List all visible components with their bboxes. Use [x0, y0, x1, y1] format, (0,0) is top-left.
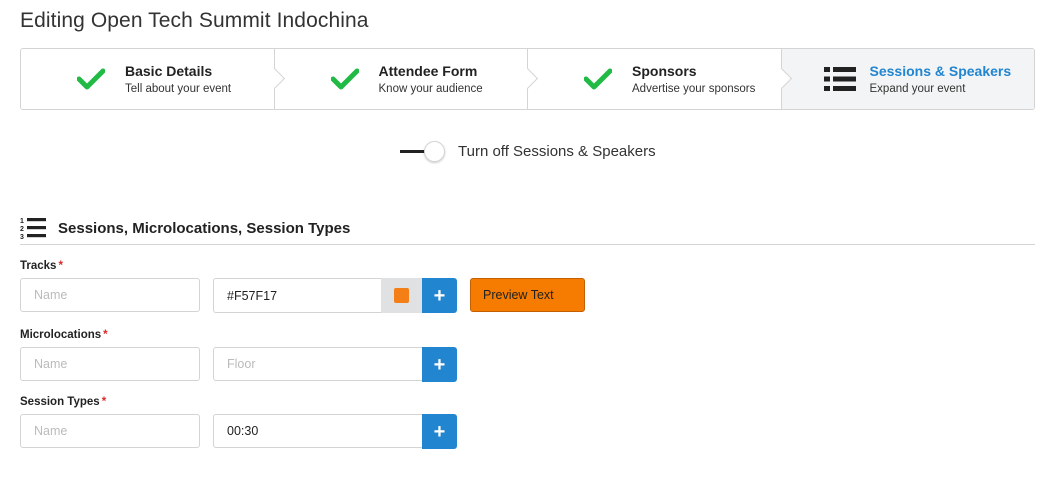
- step-title: Sponsors: [632, 62, 697, 79]
- track-color-group: +: [213, 278, 457, 313]
- plus-icon: +: [433, 284, 446, 307]
- plus-icon: +: [433, 420, 446, 443]
- microlocations-label: Microlocations *: [20, 329, 108, 341]
- step-sponsors[interactable]: Sponsors Advertise your sponsors: [527, 49, 792, 109]
- page-title: Editing Open Tech Summit Indochina: [20, 9, 369, 32]
- step-basic-details[interactable]: Basic Details Tell about your event: [21, 49, 285, 109]
- required-marker: *: [103, 329, 108, 341]
- session-types-label: Session Types *: [20, 396, 106, 408]
- checkmark-icon: [580, 61, 616, 97]
- checkmark-icon: [327, 61, 363, 97]
- step-title: Attendee Form: [378, 62, 478, 79]
- color-picker-button[interactable]: [381, 278, 422, 313]
- toggle-track[interactable]: [400, 141, 445, 162]
- microlocation-floor-input[interactable]: [213, 347, 423, 381]
- step-attendee-form[interactable]: Attendee Form Know your audience: [273, 49, 539, 109]
- toggle-knob[interactable]: [424, 141, 445, 162]
- wizard-steps: Basic Details Tell about your event Atte…: [20, 48, 1035, 110]
- add-session-type-button[interactable]: +: [422, 414, 457, 449]
- tracks-label-text: Tracks: [20, 260, 57, 272]
- section-header: 1 2 3 Sessions, Microlocations, Session …: [20, 216, 1035, 245]
- step-description: Expand your event: [869, 82, 966, 95]
- add-microlocation-button[interactable]: +: [422, 347, 457, 382]
- step-title: Sessions & Speakers: [869, 62, 1012, 79]
- microlocations-label-text: Microlocations: [20, 329, 102, 341]
- plus-icon: +: [433, 353, 446, 376]
- section-title: Sessions, Microlocations, Session Types: [58, 220, 351, 237]
- add-track-button[interactable]: +: [422, 278, 457, 313]
- preview-text-button[interactable]: Preview Text: [470, 278, 585, 312]
- ordered-list-icon: 1 2 3: [20, 216, 46, 241]
- svg-text:2: 2: [20, 226, 24, 233]
- color-swatch[interactable]: [394, 288, 409, 303]
- session-types-label-text: Session Types: [20, 396, 100, 408]
- step-description: Advertise your sponsors: [632, 82, 756, 95]
- step-description: Know your audience: [378, 82, 483, 95]
- step-description: Tell about your event: [125, 82, 232, 95]
- step-title: Basic Details: [125, 62, 213, 79]
- list-icon: [822, 61, 858, 97]
- track-name-input[interactable]: [20, 278, 200, 312]
- track-color-input[interactable]: [213, 278, 381, 313]
- sessions-toggle[interactable]: Turn off Sessions & Speakers: [400, 141, 656, 162]
- preview-text-label: Preview Text: [483, 288, 554, 302]
- svg-text:1: 1: [20, 218, 24, 225]
- toggle-label: Turn off Sessions & Speakers: [458, 143, 656, 160]
- session-type-name-input[interactable]: [20, 414, 200, 448]
- required-marker: *: [101, 396, 107, 408]
- step-sessions-speakers[interactable]: Sessions & Speakers Expand your event: [780, 49, 1034, 109]
- microlocation-name-input[interactable]: [20, 347, 200, 381]
- svg-text:3: 3: [20, 234, 24, 240]
- tracks-label: Tracks *: [20, 260, 63, 272]
- required-marker: *: [58, 260, 63, 272]
- checkmark-icon: [73, 61, 109, 97]
- session-type-length-input[interactable]: [213, 414, 423, 448]
